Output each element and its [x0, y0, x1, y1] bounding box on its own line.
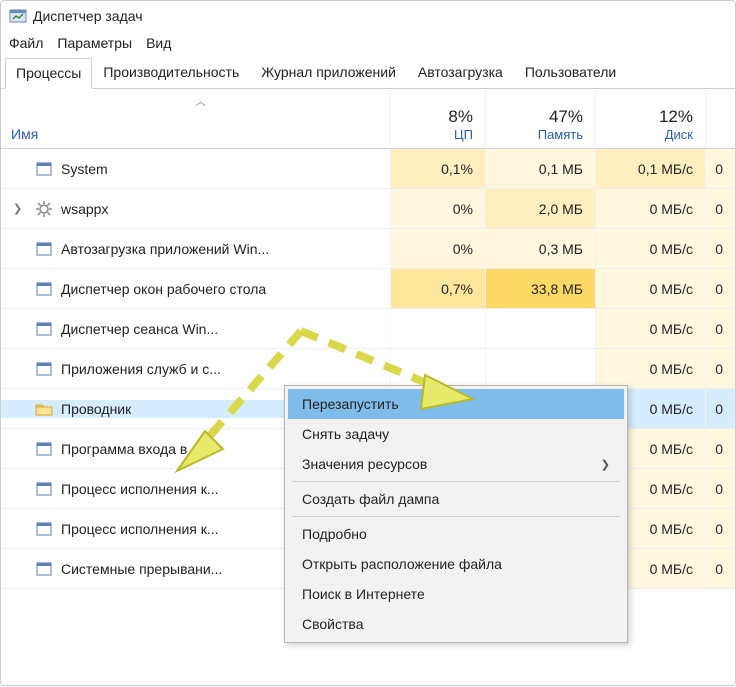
mem-cell	[485, 349, 595, 388]
cpu-cell: 0,7%	[390, 269, 485, 308]
disk-cell: 0 МБ/с	[595, 309, 705, 348]
col-disk[interactable]: 12% Диск	[595, 89, 705, 148]
disk-cell: 0 МБ/с	[595, 189, 705, 228]
process-name-cell: Диспетчер окон рабочего стола	[1, 280, 390, 298]
tabs: Процессы Производительность Журнал прило…	[1, 57, 735, 89]
ctx-details[interactable]: Подробно	[288, 519, 624, 549]
tab-apphistory[interactable]: Журнал приложений	[250, 57, 407, 88]
ctx-endtask[interactable]: Снять задачу	[288, 419, 624, 449]
ctx-search[interactable]: Поиск в Интернете	[288, 579, 624, 609]
col-cpu[interactable]: 8% ЦП	[390, 89, 485, 148]
process-name: wsappx	[61, 201, 108, 217]
process-name-cell: System	[1, 160, 390, 178]
menu-file[interactable]: Файл	[9, 35, 43, 51]
window-title: Диспетчер задач	[33, 8, 143, 24]
ctx-resource[interactable]: Значения ресурсов ❯	[288, 449, 624, 479]
net-cell: 0	[705, 549, 735, 588]
window-icon	[35, 480, 53, 498]
process-name-cell: Автозагрузка приложений Win...	[1, 240, 390, 258]
window-icon	[35, 240, 53, 258]
net-cell: 0	[705, 349, 735, 388]
cpu-cell: 0%	[390, 189, 485, 228]
net-cell: 0	[705, 389, 735, 428]
window-icon	[35, 160, 53, 178]
mem-cell: 2,0 МБ	[485, 189, 595, 228]
ctx-separator	[292, 481, 620, 482]
process-row[interactable]: Автозагрузка приложений Win... 0%0,3 МБ0 …	[1, 229, 735, 269]
disk-cell: 0,1 МБ/с	[595, 149, 705, 188]
mem-cell: 0,1 МБ	[485, 149, 595, 188]
tab-startup[interactable]: Автозагрузка	[407, 57, 514, 88]
process-name: Приложения служб и с...	[61, 361, 221, 377]
process-name-cell: ❯ wsappx	[1, 200, 390, 218]
col-name[interactable]: ︿ Имя	[1, 89, 390, 148]
process-row[interactable]: ❯ wsappx 0%2,0 МБ0 МБ/с0	[1, 189, 735, 229]
context-menu: Перезапустить Снять задачу Значения ресу…	[284, 385, 628, 643]
window-icon	[35, 360, 53, 378]
col-net[interactable]	[705, 89, 735, 148]
gear-icon	[35, 200, 53, 218]
net-cell: 0	[705, 469, 735, 508]
mem-cell: 0,3 МБ	[485, 229, 595, 268]
process-row[interactable]: Диспетчер сеанса Win... 0 МБ/с0	[1, 309, 735, 349]
net-cell: 0	[705, 189, 735, 228]
cpu-cell	[390, 309, 485, 348]
ctx-dump[interactable]: Создать файл дампа	[288, 484, 624, 514]
tab-processes[interactable]: Процессы	[5, 58, 92, 89]
process-name: Процесс исполнения к...	[61, 521, 219, 537]
window-icon	[35, 440, 53, 458]
menubar: Файл Параметры Вид	[1, 31, 735, 57]
ctx-props[interactable]: Свойства	[288, 609, 624, 639]
tab-performance[interactable]: Производительность	[92, 57, 250, 88]
net-cell: 0	[705, 269, 735, 308]
folder-icon	[35, 400, 53, 418]
net-cell: 0	[705, 309, 735, 348]
ctx-restart[interactable]: Перезапустить	[288, 389, 624, 419]
process-name: Автозагрузка приложений Win...	[61, 241, 269, 257]
disk-cell: 0 МБ/с	[595, 269, 705, 308]
menu-options[interactable]: Параметры	[57, 35, 132, 51]
app-icon	[9, 7, 27, 25]
expand-icon[interactable]: ❯	[13, 202, 27, 215]
disk-cell: 0 МБ/с	[595, 229, 705, 268]
process-name-cell: Приложения служб и с...	[1, 360, 390, 378]
mem-cell	[485, 309, 595, 348]
disk-cell: 0 МБ/с	[595, 349, 705, 388]
window-icon	[35, 320, 53, 338]
menu-view[interactable]: Вид	[146, 35, 171, 51]
window-icon	[35, 280, 53, 298]
process-name: System	[61, 161, 108, 177]
tab-users[interactable]: Пользователи	[514, 57, 627, 88]
process-name: Системные прерывани...	[61, 561, 222, 577]
process-name: Проводник	[61, 401, 131, 417]
process-name: Диспетчер окон рабочего стола	[61, 281, 266, 297]
process-row[interactable]: System 0,1%0,1 МБ0,1 МБ/с0	[1, 149, 735, 189]
col-mem[interactable]: 47% Память	[485, 89, 595, 148]
net-cell: 0	[705, 149, 735, 188]
sort-indicator-icon: ︿	[11, 89, 390, 109]
ctx-separator	[292, 516, 620, 517]
process-name: Диспетчер сеанса Win...	[61, 321, 218, 337]
process-row[interactable]: Приложения служб и с... 0 МБ/с0	[1, 349, 735, 389]
mem-cell: 33,8 МБ	[485, 269, 595, 308]
window-icon	[35, 560, 53, 578]
net-cell: 0	[705, 229, 735, 268]
cpu-cell: 0%	[390, 229, 485, 268]
net-cell: 0	[705, 509, 735, 548]
column-headers: ︿ Имя 8% ЦП 47% Память 12% Диск	[1, 89, 735, 149]
cpu-cell: 0,1%	[390, 149, 485, 188]
chevron-right-icon: ❯	[601, 458, 610, 471]
cpu-cell	[390, 349, 485, 388]
ctx-openloc[interactable]: Открыть расположение файла	[288, 549, 624, 579]
process-row[interactable]: Диспетчер окон рабочего стола 0,7%33,8 МБ…	[1, 269, 735, 309]
process-name-cell: Диспетчер сеанса Win...	[1, 320, 390, 338]
window-icon	[35, 520, 53, 538]
titlebar: Диспетчер задач	[1, 1, 735, 31]
process-name: Программа входа в с...	[61, 441, 210, 457]
process-name: Процесс исполнения к...	[61, 481, 219, 497]
net-cell: 0	[705, 429, 735, 468]
